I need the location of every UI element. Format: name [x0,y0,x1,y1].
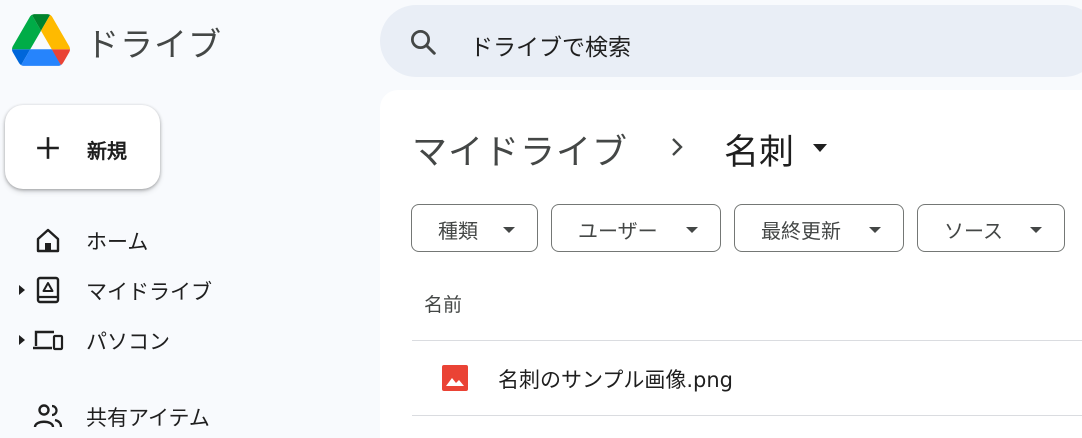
chevron-right-icon [672,138,683,156]
search-input[interactable]: ドライブで検索 [470,28,631,62]
sidebar-item-label: 共有アイテム [86,406,210,430]
search-bar[interactable]: ドライブで検索 [380,5,1082,77]
divider [412,415,1082,416]
plus-icon [37,137,59,159]
column-header-name[interactable]: 名前 [424,290,462,317]
caret-down-icon[interactable] [812,143,828,153]
main-content: マイドライブ 名刺 種類 ユーザー 最終更新 ソース 名前 名刺のサンプル画像.… [380,90,1082,438]
filter-user[interactable]: ユーザー [551,204,721,252]
filter-label: ユーザー [578,219,658,243]
sidebar-item-label: マイドライブ [86,280,212,304]
my-drive-icon [36,276,60,304]
breadcrumb-current[interactable]: 名刺 [724,124,794,175]
filter-label: 最終更新 [761,219,841,243]
filter-type[interactable]: 種類 [411,204,538,252]
file-row[interactable]: 名刺のサンプル画像.png [412,341,1082,415]
google-drive-logo[interactable] [12,14,70,66]
sidebar-item-my-drive[interactable]: マイドライブ [0,270,370,310]
filter-label: 種類 [438,219,478,243]
caret-down-icon [1030,227,1042,233]
caret-down-icon [686,227,698,233]
search-icon[interactable] [408,27,438,57]
sidebar-item-label: ホーム [86,230,149,254]
image-file-icon [442,365,468,391]
expand-arrow-icon[interactable] [18,285,26,295]
app-title: ドライブ [86,25,222,64]
caret-down-icon [503,227,515,233]
file-name: 名刺のサンプル画像.png [498,368,734,392]
sidebar-item-home[interactable]: ホーム [0,220,370,260]
caret-down-icon [869,227,881,233]
computers-icon [33,330,64,351]
expand-arrow-icon[interactable] [18,335,26,345]
filter-source[interactable]: ソース [917,204,1065,252]
filter-modified[interactable]: 最終更新 [734,204,904,252]
sidebar-item-shared[interactable]: 共有アイテム [0,396,370,436]
sidebar-item-label: パソコン [86,330,170,354]
sidebar-item-computers[interactable]: パソコン [0,320,370,360]
new-button-label: 新規 [87,139,127,163]
shared-people-icon [33,404,63,428]
filter-label: ソース [944,219,1003,243]
drive-app: ドライブ ドライブで検索 新規 ホーム マイドライブ パソコン 共有アイテム マ… [0,0,1082,438]
home-icon [36,228,60,253]
new-button[interactable]: 新規 [5,105,160,189]
breadcrumb-root[interactable]: マイドライブ [412,124,628,175]
